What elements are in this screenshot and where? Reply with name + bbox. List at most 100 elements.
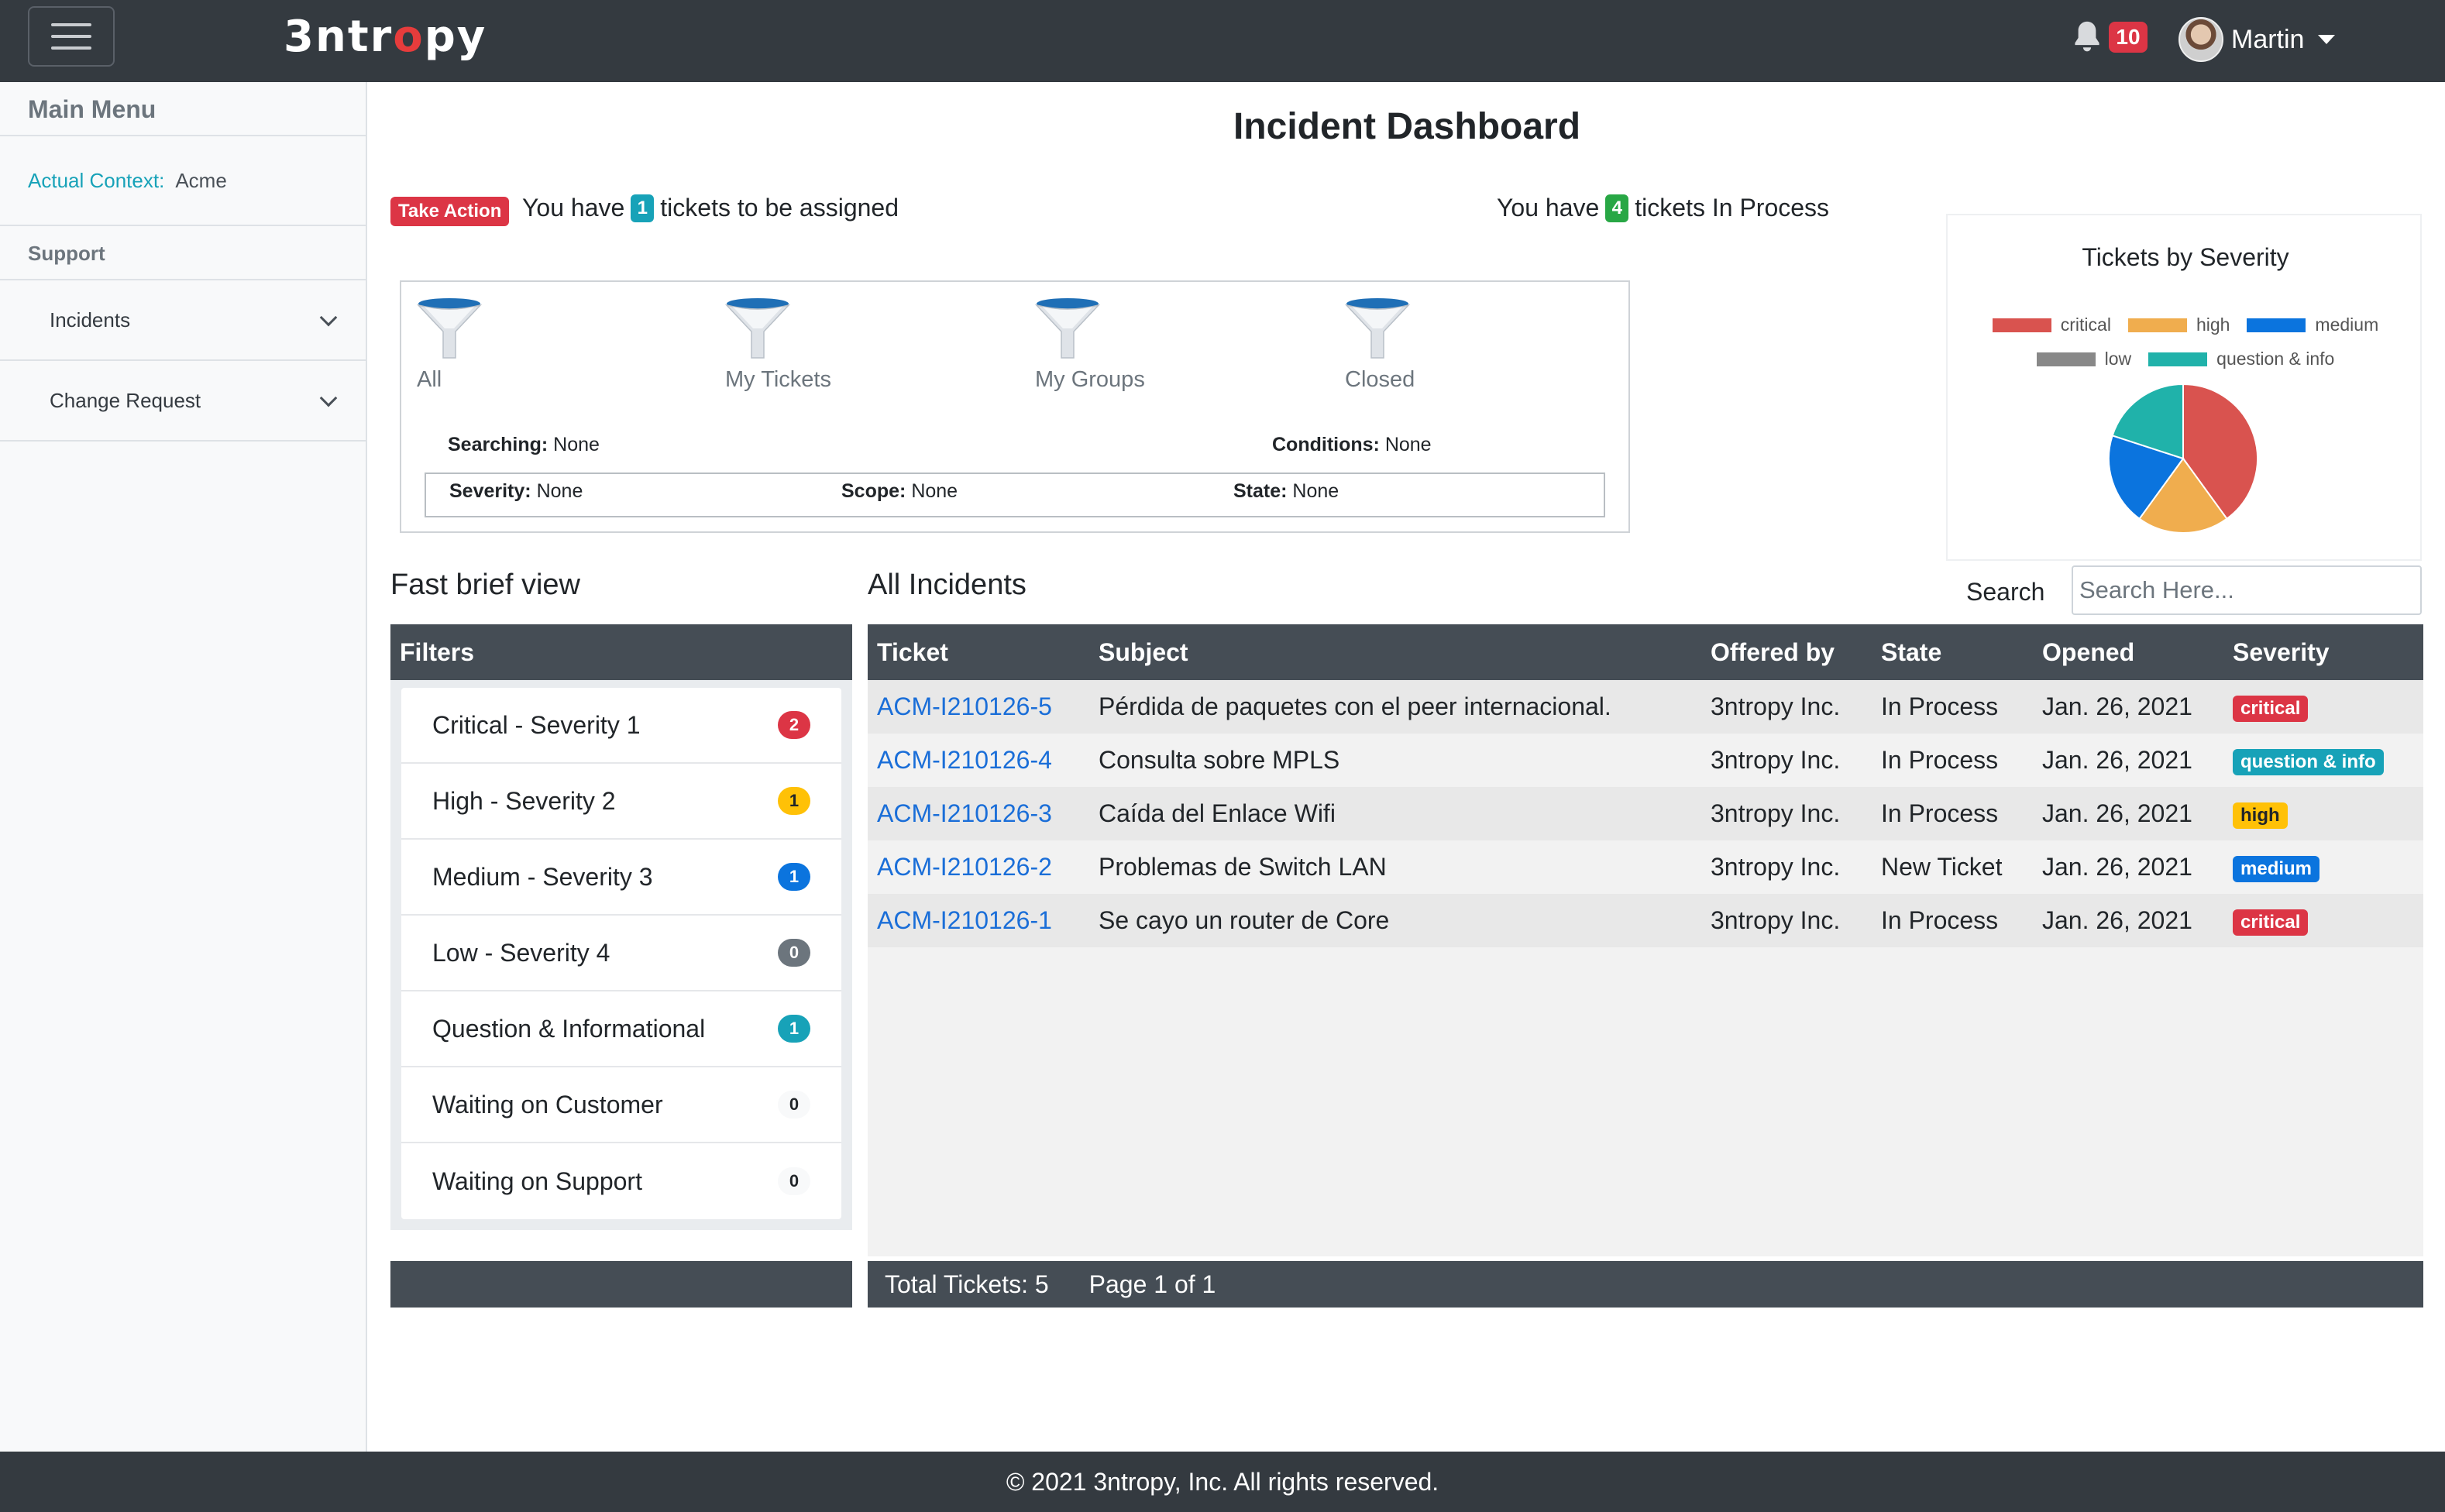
column-header-subject[interactable]: Subject bbox=[1089, 624, 1701, 680]
filters-footer bbox=[390, 1261, 852, 1308]
scope-value: None bbox=[911, 480, 958, 502]
cell-offered-by: 3ntropy Inc. bbox=[1701, 840, 1872, 894]
filter-item-label: High - Severity 2 bbox=[432, 786, 616, 815]
ticket-link[interactable]: ACM-I210126-2 bbox=[877, 853, 1052, 881]
column-header-offered-by[interactable]: Offered by bbox=[1701, 624, 1872, 680]
filter-list-item[interactable]: Low - Severity 4 0 bbox=[401, 916, 841, 991]
ticket-link[interactable]: ACM-I210126-4 bbox=[877, 746, 1052, 774]
searching-label: Searching: bbox=[448, 434, 548, 455]
cell-state: In Process bbox=[1872, 894, 2033, 947]
table-row[interactable]: ACM-I210126-4 Consulta sobre MPLS 3ntropy … bbox=[868, 734, 2423, 787]
assign-message: You have 1 tickets to be assigned bbox=[522, 194, 899, 222]
filter-list-item[interactable]: Critical - Severity 1 2 bbox=[401, 688, 841, 764]
table-row[interactable]: ACM-I210126-2 Problemas de Switch LAN 3ntr… bbox=[868, 840, 2423, 894]
filter-label: Closed bbox=[1345, 367, 1415, 392]
incidents-table-panel: Ticket Subject Offered by State Opened S… bbox=[868, 624, 2423, 1256]
cell-ticket: ACM-I210126-4 bbox=[868, 734, 1089, 787]
process-msg-pre: You have bbox=[1497, 194, 1600, 222]
severity-badge: question & info bbox=[2233, 749, 2384, 775]
cell-opened: Jan. 26, 2021 bbox=[2033, 840, 2223, 894]
sidebar: Main Menu Actual Context: Acme Support I… bbox=[0, 82, 367, 1452]
severity-chart-card: Tickets by Severity critical high medium… bbox=[1946, 214, 2422, 561]
table-row[interactable]: ACM-I210126-3 Caída del Enlace Wifi 3ntrop… bbox=[868, 787, 2423, 840]
cell-subject: Problemas de Switch LAN bbox=[1089, 840, 1701, 894]
filter-my-groups[interactable]: My Groups bbox=[1035, 296, 1205, 393]
context-value: Acme bbox=[175, 168, 227, 192]
filter-all[interactable]: All bbox=[417, 296, 587, 393]
cell-severity: critical bbox=[2223, 680, 2423, 734]
conditions-value: None bbox=[1384, 434, 1432, 455]
column-header-ticket[interactable]: Ticket bbox=[868, 624, 1089, 680]
filter-list-item[interactable]: Waiting on Support 0 bbox=[401, 1143, 841, 1219]
table-row[interactable]: ACM-I210126-1 Se cayo un router de Core 3n… bbox=[868, 894, 2423, 947]
user-name: Martin bbox=[2231, 24, 2305, 54]
search-input[interactable] bbox=[2072, 565, 2422, 615]
filter-count-badge: 0 bbox=[778, 1167, 810, 1195]
sidebar-item-label: Change Request bbox=[50, 388, 201, 412]
table-row[interactable]: ACM-I210126-5 Pérdida de paquetes con el … bbox=[868, 680, 2423, 734]
severity-badge: critical bbox=[2233, 696, 2309, 722]
assign-count-badge: 1 bbox=[631, 194, 655, 222]
search-label: Search bbox=[1966, 578, 2045, 606]
column-header-state[interactable]: State bbox=[1872, 624, 2033, 680]
chevron-down-icon bbox=[319, 308, 338, 327]
cell-opened: Jan. 26, 2021 bbox=[2033, 680, 2223, 734]
assign-msg-pre: You have bbox=[522, 194, 625, 222]
cell-ticket: ACM-I210126-5 bbox=[868, 680, 1089, 734]
context-label: Actual Context: bbox=[28, 168, 165, 192]
hamburger-icon-bar bbox=[51, 35, 91, 38]
pagination-info: Page 1 of 1 bbox=[1088, 1270, 1216, 1298]
cell-subject: Se cayo un router de Core bbox=[1089, 894, 1701, 947]
column-header-severity[interactable]: Severity bbox=[2223, 624, 2423, 680]
conditions-criteria: Conditions: None bbox=[1272, 434, 1432, 456]
filter-list: Critical - Severity 1 2 High - Severity 2 1… bbox=[401, 688, 841, 1219]
cell-offered-by: 3ntropy Inc. bbox=[1701, 787, 1872, 840]
filter-item-label: Medium - Severity 3 bbox=[432, 862, 653, 891]
take-action-badge[interactable]: Take Action bbox=[390, 197, 510, 226]
filter-count-badge: 1 bbox=[778, 863, 810, 891]
filter-closed[interactable]: Closed bbox=[1345, 296, 1515, 393]
funnel-icon bbox=[1035, 298, 1100, 359]
notification-count-badge[interactable]: 10 bbox=[2109, 22, 2148, 53]
incidents-table-body: ACM-I210126-5 Pérdida de paquetes con el … bbox=[868, 680, 2423, 947]
column-header-opened[interactable]: Opened bbox=[2033, 624, 2223, 680]
cell-ticket: ACM-I210126-2 bbox=[868, 840, 1089, 894]
filter-count-badge: 1 bbox=[778, 1015, 810, 1043]
ticket-link[interactable]: ACM-I210126-1 bbox=[877, 906, 1052, 934]
brand-logo[interactable]: 3ntropy bbox=[284, 6, 487, 68]
total-tickets: Total Tickets: 5 bbox=[885, 1270, 1049, 1298]
sidebar-section-support: Support bbox=[0, 226, 366, 280]
user-menu[interactable]: Martin bbox=[2178, 15, 2336, 64]
menu-toggle-button[interactable] bbox=[28, 6, 115, 67]
filter-item-label: Question & Informational bbox=[432, 1014, 706, 1043]
filter-item-label: Critical - Severity 1 bbox=[432, 710, 641, 739]
filter-list-item[interactable]: Question & Informational 1 bbox=[401, 991, 841, 1067]
cell-state: New Ticket bbox=[1872, 840, 2033, 894]
brand-text-o: o bbox=[393, 12, 425, 62]
severity-badge: medium bbox=[2233, 856, 2320, 882]
hamburger-icon bbox=[51, 23, 91, 26]
cell-severity: critical bbox=[2223, 894, 2423, 947]
filter-list-item[interactable]: Medium - Severity 3 1 bbox=[401, 840, 841, 916]
ticket-link[interactable]: ACM-I210126-3 bbox=[877, 799, 1052, 827]
bell-icon[interactable] bbox=[2070, 19, 2104, 56]
sidebar-item-incidents[interactable]: Incidents bbox=[0, 280, 366, 361]
filter-list-item[interactable]: Waiting on Customer 0 bbox=[401, 1067, 841, 1143]
cell-opened: Jan. 26, 2021 bbox=[2033, 894, 2223, 947]
funnel-icon bbox=[725, 298, 790, 359]
filter-my-tickets[interactable]: My Tickets bbox=[725, 296, 896, 393]
page-footer: © 2021 3ntropy, Inc. All rights reserved… bbox=[0, 1452, 2445, 1512]
incidents-table: Ticket Subject Offered by State Opened S… bbox=[868, 624, 2423, 947]
cell-ticket: ACM-I210126-1 bbox=[868, 894, 1089, 947]
ticket-link[interactable]: ACM-I210126-5 bbox=[877, 692, 1052, 720]
funnel-icon bbox=[417, 298, 482, 359]
filter-label: My Tickets bbox=[725, 367, 831, 392]
cell-offered-by: 3ntropy Inc. bbox=[1701, 734, 1872, 787]
sidebar-item-change-request[interactable]: Change Request bbox=[0, 361, 366, 442]
quick-filter-panel: All My Tickets My Groups Closed Searchin… bbox=[400, 280, 1630, 533]
process-msg-post: tickets In Process bbox=[1635, 194, 1830, 222]
cell-subject: Caída del Enlace Wifi bbox=[1089, 787, 1701, 840]
filter-list-item[interactable]: High - Severity 2 1 bbox=[401, 764, 841, 840]
cell-subject: Pérdida de paquetes con el peer internac… bbox=[1089, 680, 1701, 734]
severity-badge: critical bbox=[2233, 909, 2309, 936]
